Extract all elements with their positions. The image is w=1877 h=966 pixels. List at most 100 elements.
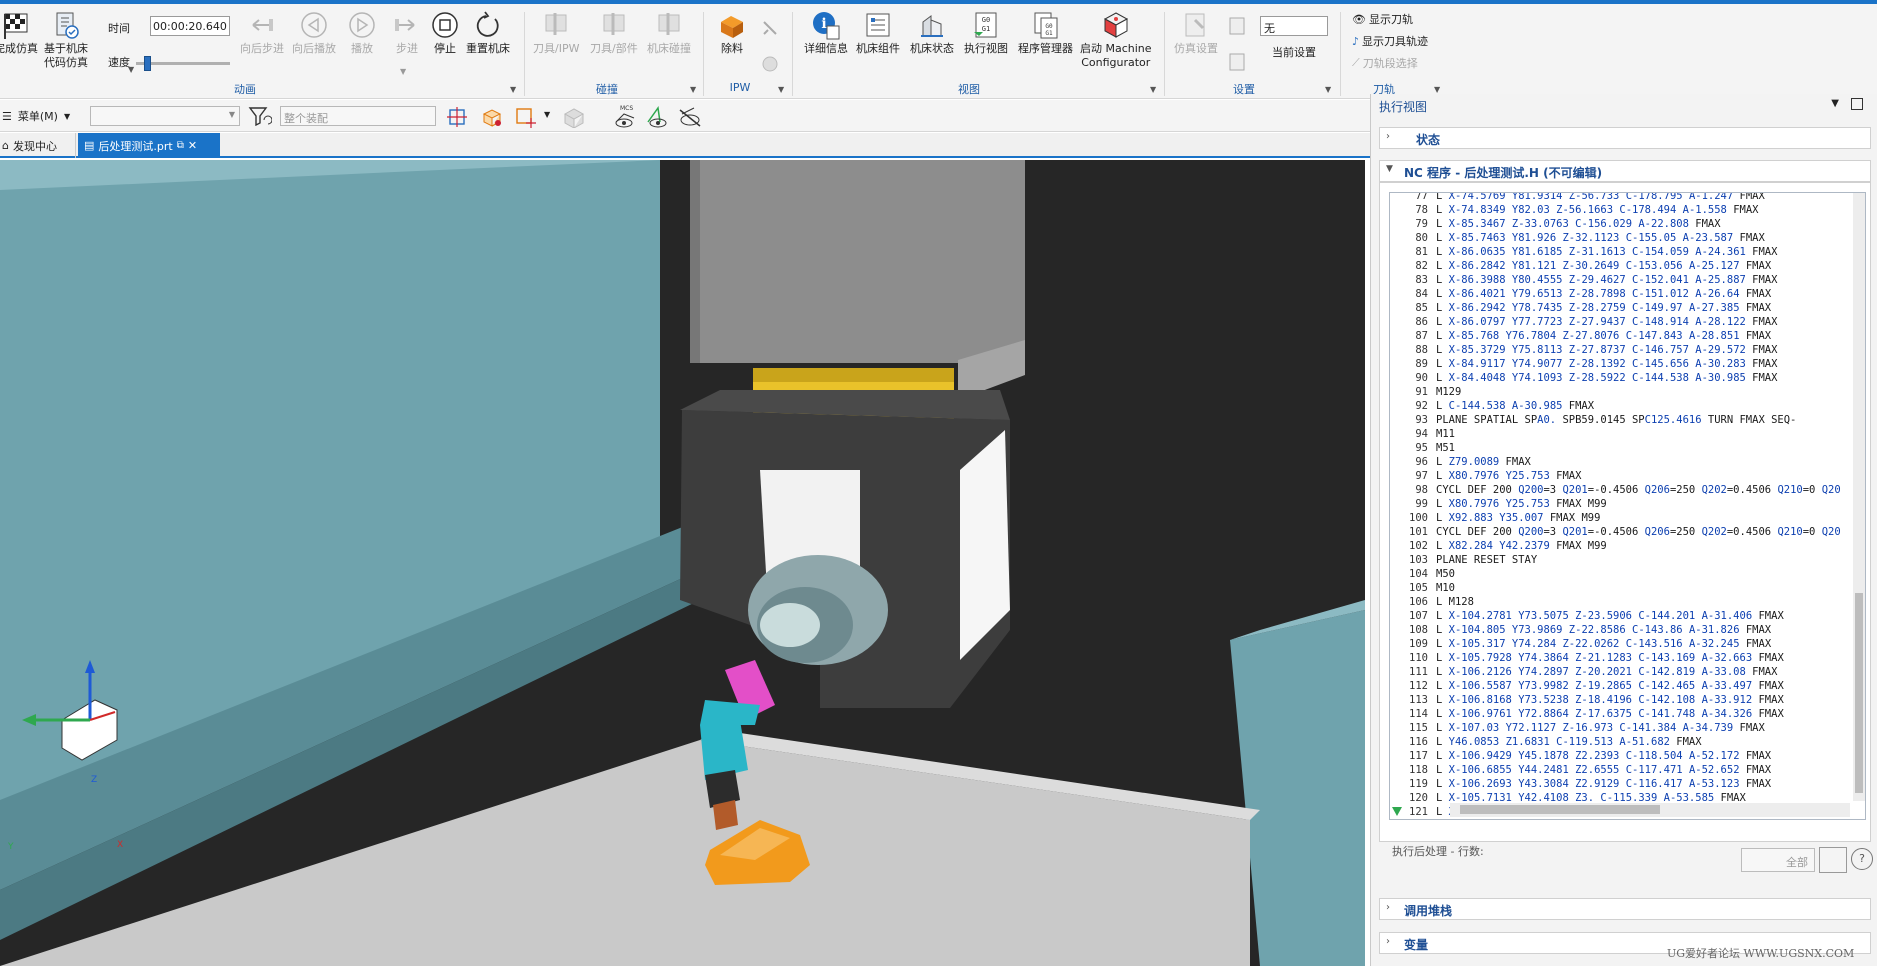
panel-menu-chevron-icon[interactable]: ▼ bbox=[1831, 98, 1839, 109]
nc-line[interactable]: 80 L X-85.7463 Y81.926 Z-32.1123 C-155.05… bbox=[1390, 231, 1764, 245]
nc-line[interactable]: 79 L X-85.3467 Z-33.0763 C-156.029 A-22.8… bbox=[1390, 217, 1720, 231]
nc-line[interactable]: 119 L X-106.2693 Y43.3084 Z2.9129 C-116.4… bbox=[1390, 777, 1771, 791]
hidden-cube-icon[interactable] bbox=[562, 106, 586, 131]
nc-line[interactable]: 83 L X-86.3988 Y80.4555 Z-29.4627 C-152.0… bbox=[1390, 273, 1777, 287]
tool-view-icon[interactable] bbox=[644, 102, 672, 133]
show-tool-button[interactable]: 👁 显示刀轨 bbox=[1352, 11, 1413, 27]
nc-line[interactable]: 85 L X-86.2942 Y78.7435 Z-28.2759 C-149.9… bbox=[1390, 301, 1771, 315]
nc-line[interactable]: 84 L X-86.4021 Y79.6513 Z-28.7898 C-151.0… bbox=[1390, 287, 1771, 301]
nc-line[interactable]: 108 L X-104.805 Y73.9869 Z-22.8586 C-143.… bbox=[1390, 623, 1771, 637]
nc-line[interactable]: 77 L X-74.5769 Y81.9314 Z-56.733 C-178.79… bbox=[1390, 193, 1764, 203]
nc-line[interactable]: 86 L X-86.0797 Y77.7723 Z-27.9437 C-148.9… bbox=[1390, 315, 1777, 329]
tab-discovery-center[interactable]: ⌂ 发现中心 bbox=[0, 133, 76, 158]
nc-line[interactable]: 118 L X-106.6855 Y44.2481 Z2.6555 C-117.4… bbox=[1390, 763, 1771, 777]
nc-line[interactable]: 91 M129 bbox=[1390, 385, 1461, 399]
nc-line[interactable]: 82 L X-86.2842 Y81.121 Z-30.2649 C-153.05… bbox=[1390, 259, 1771, 273]
nc-line[interactable]: 101 CYCL DEF 200 Q200=3 Q201=-0.4506 Q206… bbox=[1390, 525, 1841, 539]
nc-line[interactable]: 89 L X-84.9117 Y74.9077 Z-28.1392 C-145.6… bbox=[1390, 357, 1777, 371]
help-icon[interactable]: ? bbox=[1851, 848, 1873, 870]
sim-settings-button[interactable]: 仿真设置 bbox=[1174, 10, 1218, 56]
play-back-button[interactable]: 向后播放 bbox=[292, 10, 336, 56]
nc-code-list[interactable]: 77 L X-74.5769 Y81.9314 Z-56.733 C-178.79… bbox=[1389, 192, 1866, 820]
tool-part-button[interactable]: 刀具/部件 bbox=[590, 10, 638, 56]
tab-postprocess-prt[interactable]: ▤ 后处理测试.prt ⧉ ✕ bbox=[78, 133, 220, 158]
tool-ipw-button[interactable]: 刀具/IPW bbox=[533, 10, 579, 56]
nc-line[interactable]: 111 L X-106.2126 Y74.2897 Z-20.2021 C-142… bbox=[1390, 665, 1777, 679]
vscroll-thumb[interactable] bbox=[1855, 593, 1863, 793]
chevron-down-icon[interactable]: ▼ bbox=[1150, 85, 1156, 94]
tool-path-select-button[interactable]: ⟋ 刀轨段选择 bbox=[1352, 55, 1418, 71]
step-back-button[interactable]: 向后步进 bbox=[240, 10, 284, 56]
list-icon[interactable] bbox=[1819, 847, 1847, 873]
chevron-down-icon[interactable]: ▼ bbox=[1434, 85, 1440, 94]
machine-components-button[interactable]: 机床组件 bbox=[856, 10, 900, 56]
nc-line[interactable]: 97 L X80.7976 Y25.753 FMAX bbox=[1390, 469, 1581, 483]
nc-line[interactable]: 110 L X-105.7928 Y74.3864 Z-21.1283 C-143… bbox=[1390, 651, 1784, 665]
play-button[interactable]: 播放 bbox=[347, 10, 377, 56]
mcs-view-icon[interactable]: MCS bbox=[612, 102, 640, 133]
ipw-tool-icon[interactable] bbox=[760, 18, 780, 41]
speed-slider-thumb[interactable] bbox=[144, 56, 151, 71]
program-manager-button[interactable]: G0 G1 程序管理器 bbox=[1018, 10, 1073, 56]
stop-button[interactable]: 停止 bbox=[430, 10, 460, 56]
current-settings-label[interactable]: 当前设置 bbox=[1272, 44, 1316, 60]
assembly-select[interactable]: 整个装配 bbox=[280, 106, 436, 126]
nc-line[interactable]: 114 L X-106.9761 Y72.8864 Z-17.6375 C-141… bbox=[1390, 707, 1784, 721]
reset-machine-button[interactable]: 重置机床 bbox=[466, 10, 510, 56]
machine-state-button[interactable]: 机床状态 bbox=[910, 10, 954, 56]
box-select-icon[interactable] bbox=[480, 106, 504, 131]
remove-material-button[interactable]: 除料 bbox=[717, 10, 747, 56]
machine-collision-button[interactable]: 机床碰撞 bbox=[647, 10, 691, 56]
nc-line[interactable]: 96 L Z79.0089 FMAX bbox=[1390, 455, 1531, 469]
all-rows-field[interactable]: 全部 bbox=[1741, 848, 1815, 872]
nc-line[interactable]: 116 L Y46.0853 Z1.6831 C-119.513 A-51.682… bbox=[1390, 735, 1702, 749]
nc-line[interactable]: 93 PLANE SPATIAL SPA0. SPB59.0145 SPC125.… bbox=[1390, 413, 1796, 427]
nc-line[interactable]: 92 L C-144.538 A-30.985 FMAX bbox=[1390, 399, 1594, 413]
hide-path-icon[interactable] bbox=[676, 102, 704, 133]
selection-filter-icon[interactable] bbox=[248, 106, 273, 129]
none-select[interactable]: 无 bbox=[1260, 16, 1328, 36]
chevron-down-icon[interactable]: ▼ bbox=[690, 85, 696, 94]
menu-button[interactable]: ☰ 菜单(M) ▼ bbox=[2, 108, 70, 124]
popout-icon[interactable]: ⧉ bbox=[177, 140, 184, 151]
close-icon[interactable]: ✕ bbox=[188, 139, 197, 152]
chevron-down-icon[interactable]: ▼ bbox=[400, 67, 406, 76]
chevron-down-icon[interactable]: ▼ bbox=[778, 85, 784, 94]
exec-view-button[interactable]: G0 G1 执行视图 bbox=[964, 10, 1008, 56]
call-stack-section[interactable]: › 调用堆栈 bbox=[1379, 898, 1871, 920]
time-field[interactable]: 00:00:20.640 bbox=[150, 16, 230, 36]
nc-line[interactable]: 117 L X-106.9429 Y45.1878 Z2.2393 C-118.5… bbox=[1390, 749, 1771, 763]
chevron-down-icon[interactable]: ▼ bbox=[544, 110, 550, 119]
launch-machine-configurator-button[interactable]: 启动 Machine Configurator bbox=[1080, 10, 1152, 70]
nc-line[interactable]: 102 L X82.284 Y42.2379 FMAX M99 bbox=[1390, 539, 1607, 553]
nc-line[interactable]: 90 L X-84.4048 Y74.1093 Z-28.5922 C-144.5… bbox=[1390, 371, 1777, 385]
point-select-icon[interactable] bbox=[514, 106, 538, 131]
nc-line[interactable]: 109 L X-105.317 Y74.284 Z-22.0262 C-143.5… bbox=[1390, 637, 1771, 651]
nc-line[interactable]: 81 L X-86.0635 Y81.6185 Z-31.1613 C-154.0… bbox=[1390, 245, 1777, 259]
step-button[interactable]: 步进 bbox=[392, 10, 422, 56]
nc-line[interactable]: 99 L X80.7976 Y25.753 FMAX M99 bbox=[1390, 497, 1606, 511]
nc-line[interactable]: 104 M50 bbox=[1390, 567, 1455, 581]
complete-sim-button[interactable]: 完成仿真 bbox=[0, 10, 38, 56]
vertical-scrollbar[interactable] bbox=[1853, 193, 1865, 801]
nc-line[interactable]: 115 L X-107.03 Y72.1127 Z-16.973 C-141.38… bbox=[1390, 721, 1765, 735]
nc-line[interactable]: 98 CYCL DEF 200 Q200=3 Q201=-0.4506 Q206=… bbox=[1390, 483, 1840, 497]
nc-line[interactable]: 113 L X-106.8168 Y73.5238 Z-18.4196 C-142… bbox=[1390, 693, 1784, 707]
nc-program-section-header[interactable]: ▼ NC 程序 - 后处理测试.H (不可编辑) bbox=[1379, 160, 1871, 182]
snap-icon[interactable] bbox=[446, 106, 470, 131]
speed-slider[interactable] bbox=[136, 56, 230, 71]
machine-code-sim-button[interactable]: 基于机床 代码仿真 bbox=[44, 10, 88, 70]
nc-line[interactable]: 106 L M128 bbox=[1390, 595, 1474, 609]
nc-line[interactable]: 78 L X-74.8349 Y82.03 Z-56.1663 C-178.494… bbox=[1390, 203, 1758, 217]
maximize-icon[interactable] bbox=[1851, 98, 1863, 110]
nc-line[interactable]: 105 M10 bbox=[1390, 581, 1455, 595]
nc-line[interactable]: 100 L X92.883 Y35.007 FMAX M99 bbox=[1390, 511, 1600, 525]
chevron-down-icon[interactable]: ▼ bbox=[1325, 85, 1331, 94]
scrollbar-thumb[interactable] bbox=[1460, 805, 1660, 814]
nc-line[interactable]: 88 L X-85.3729 Y75.8113 Z-27.8737 C-146.7… bbox=[1390, 343, 1777, 357]
nc-line[interactable]: 112 L X-106.5587 Y73.9982 Z-19.2865 C-142… bbox=[1390, 679, 1784, 693]
details-button[interactable]: i 详细信息 bbox=[804, 10, 848, 56]
chevron-down-icon[interactable]: ▼ bbox=[510, 85, 516, 94]
graphics-viewport[interactable]: Z Y X bbox=[0, 160, 1365, 966]
horizontal-scrollbar[interactable] bbox=[1450, 803, 1850, 817]
